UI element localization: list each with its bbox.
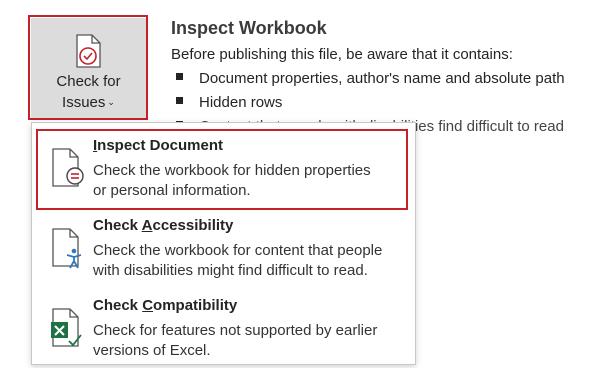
- menu-item-inspect-document[interactable]: Inspect Document Check the workbook for …: [32, 126, 415, 206]
- check-for-issues-dropdown: Inspect Document Check the workbook for …: [31, 122, 416, 365]
- menu-item-check-compatibility[interactable]: Check Compatibility Check for features n…: [32, 286, 415, 366]
- menu-item-title: Check Accessibility: [93, 217, 234, 234]
- check-for-issues-label: Check for Issues ⌄: [56, 73, 121, 111]
- check-document-icon: [76, 34, 101, 68]
- bullet-item: Hidden rows: [176, 94, 282, 111]
- inspect-document-icon: [52, 148, 84, 187]
- chevron-down-icon: ⌄: [107, 97, 115, 107]
- section-title: Inspect Workbook: [171, 18, 327, 38]
- menu-item-description: Check for features not supported by earl…: [93, 322, 378, 359]
- section-description: Before publishing this file, be aware th…: [171, 46, 513, 63]
- menu-item-title: Inspect Document: [93, 137, 224, 154]
- menu-item-title: Check Compatibility: [93, 297, 238, 314]
- bullet-item: Document properties, author's name and a…: [176, 70, 565, 87]
- menu-item-check-accessibility[interactable]: Check Accessibility Check the workbook f…: [32, 206, 415, 286]
- excel-compatibility-icon: [51, 308, 82, 347]
- accessibility-icon: [52, 228, 82, 269]
- check-for-issues-button[interactable]: Check for Issues ⌄: [31, 18, 146, 118]
- menu-item-description: Check the workbook for hidden properties…: [93, 162, 371, 199]
- menu-item-description: Check the workbook for content that peop…: [93, 242, 383, 279]
